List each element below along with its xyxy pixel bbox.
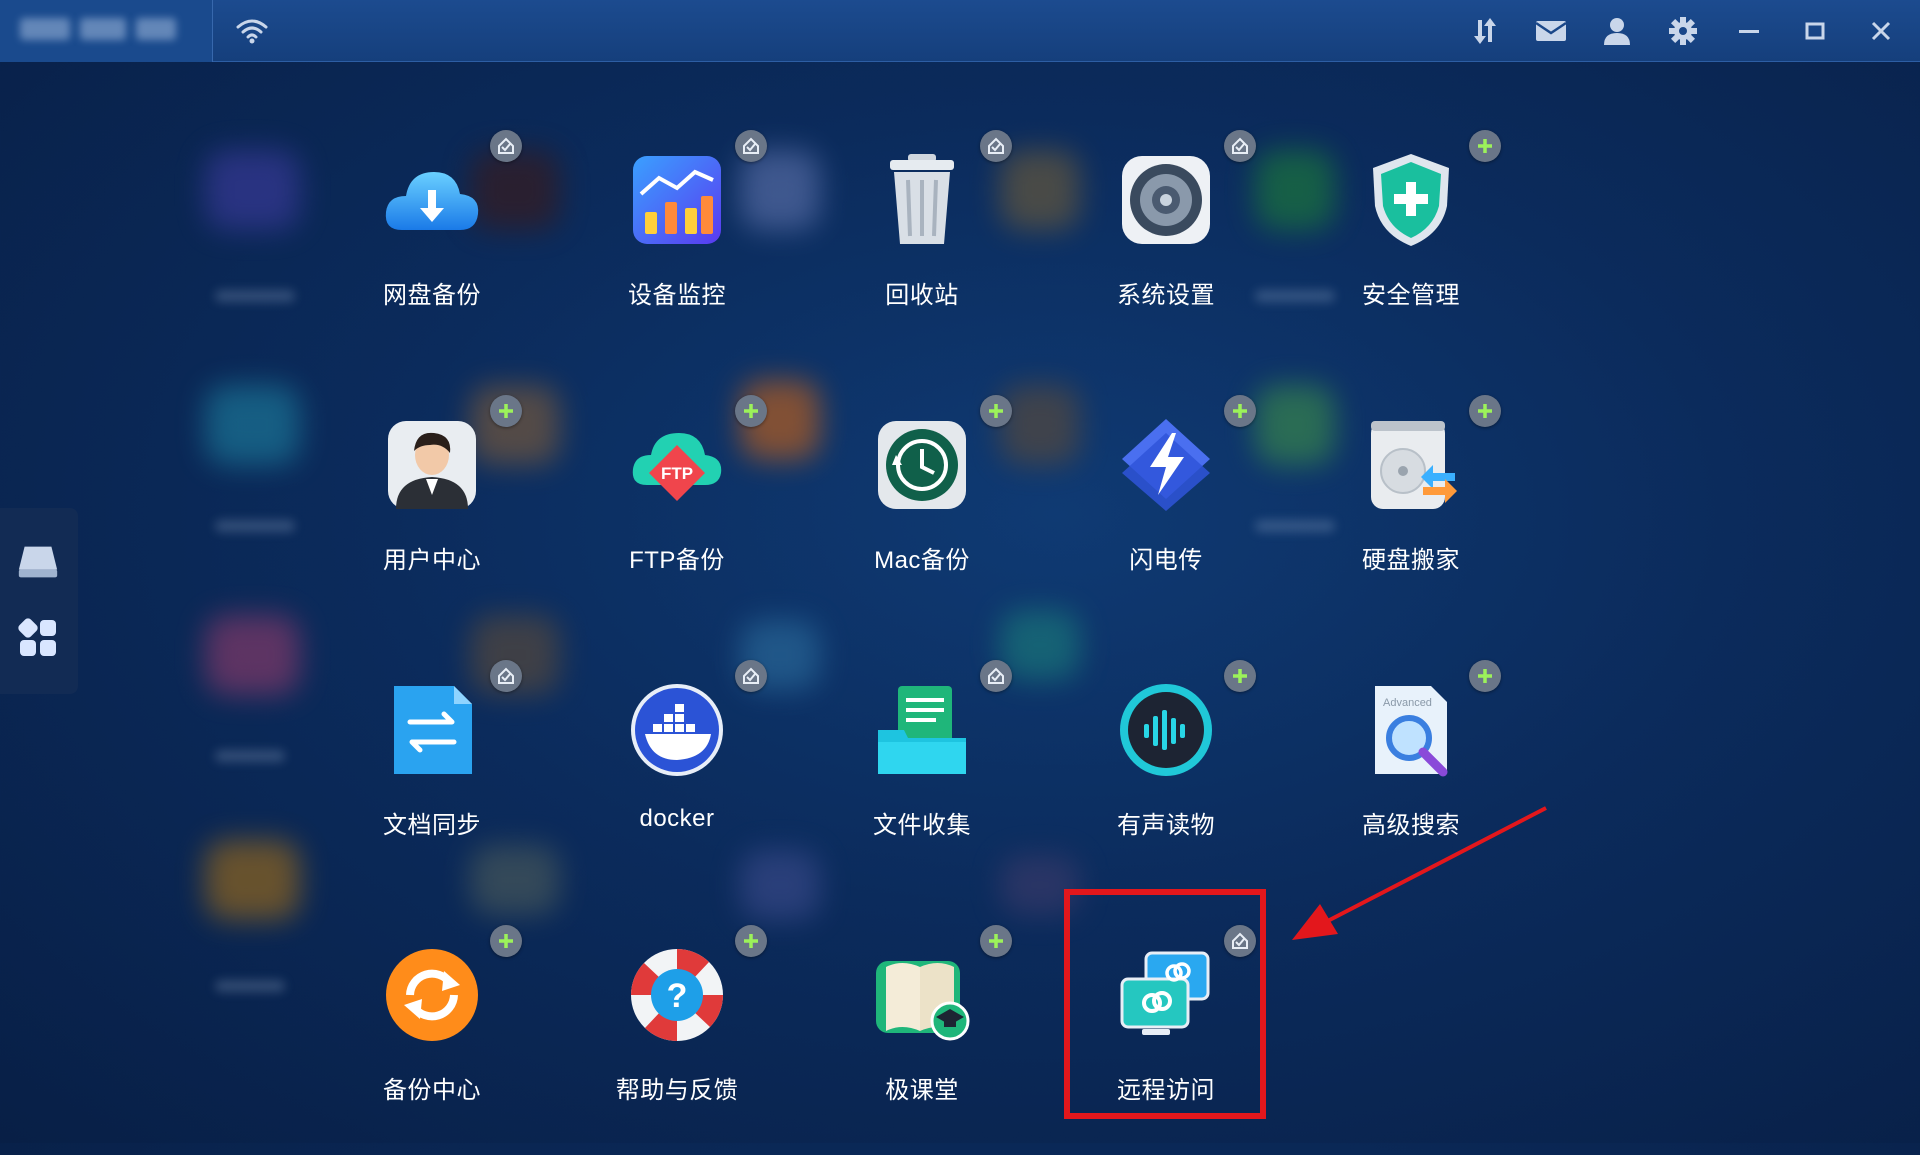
- add-badge-icon[interactable]: [980, 395, 1012, 427]
- add-badge-icon[interactable]: [1469, 660, 1501, 692]
- installed-badge-icon[interactable]: [490, 130, 522, 162]
- highlight-box: [1064, 889, 1266, 1119]
- app-mac-backup[interactable]: Mac备份: [822, 395, 1022, 625]
- add-badge-icon[interactable]: [1469, 395, 1501, 427]
- add-badge-icon[interactable]: [980, 925, 1012, 957]
- app-backup-center[interactable]: 备份中心: [332, 925, 532, 1155]
- device-monitor-icon: [627, 150, 727, 250]
- app-ftp-backup[interactable]: FTP FTP备份: [577, 395, 777, 625]
- app-label: 用户中心: [383, 547, 481, 574]
- app-cloud-backup[interactable]: 网盘备份: [332, 130, 532, 360]
- app-device-monitor[interactable]: 设备监控: [577, 130, 777, 360]
- installed-badge-icon[interactable]: [980, 130, 1012, 162]
- audiobook-icon: [1116, 680, 1216, 780]
- left-dock: [0, 508, 78, 694]
- security-shield-icon: [1361, 150, 1461, 250]
- installed-badge-icon[interactable]: [980, 660, 1012, 692]
- ftp-backup-icon: FTP: [627, 415, 727, 515]
- installed-badge-icon[interactable]: [735, 130, 767, 162]
- transfer-icon[interactable]: [1462, 12, 1508, 50]
- doc-sync-icon: [382, 680, 482, 780]
- app-classroom[interactable]: 极课堂: [822, 925, 1022, 1155]
- app-label: docker: [639, 805, 715, 832]
- brand-area-blurred: [0, 0, 213, 62]
- add-badge-icon[interactable]: [1224, 395, 1256, 427]
- app-label: 设备监控: [628, 282, 726, 309]
- minimize-icon[interactable]: [1726, 12, 1772, 50]
- mac-backup-icon: [872, 415, 972, 515]
- mail-icon[interactable]: [1528, 12, 1574, 50]
- app-system-settings[interactable]: 系统设置: [1066, 130, 1266, 360]
- app-label: 系统设置: [1117, 282, 1215, 309]
- disk-migration-icon: [1361, 415, 1461, 515]
- installed-badge-icon[interactable]: [735, 660, 767, 692]
- app-recycle-bin[interactable]: 回收站: [822, 130, 1022, 360]
- file-collect-icon: [872, 680, 972, 780]
- apps-grid-icon[interactable]: [14, 614, 62, 662]
- advanced-icon-text: Advanced: [1383, 697, 1432, 709]
- app-label: 闪电传: [1129, 547, 1203, 574]
- app-label: 备份中心: [383, 1077, 481, 1104]
- add-badge-icon[interactable]: [490, 395, 522, 427]
- settings-icon[interactable]: [1660, 12, 1706, 50]
- window-controls: [1462, 12, 1904, 50]
- app-label: 帮助与反馈: [615, 1077, 739, 1104]
- app-audiobook[interactable]: 有声读物: [1066, 660, 1266, 890]
- add-badge-icon[interactable]: [1469, 130, 1501, 162]
- system-settings-icon: [1116, 150, 1216, 250]
- app-security[interactable]: 安全管理: [1311, 130, 1511, 360]
- installed-badge-icon[interactable]: [490, 660, 522, 692]
- app-label: 文档同步: [383, 812, 481, 839]
- app-user-center[interactable]: 用户中心: [332, 395, 532, 625]
- app-label: 安全管理: [1362, 282, 1460, 309]
- app-label: 有声读物: [1117, 812, 1215, 839]
- user-center-icon: [382, 415, 482, 515]
- app-disk-migration[interactable]: 硬盘搬家: [1311, 395, 1511, 625]
- trash-icon: [872, 150, 972, 250]
- maximize-icon[interactable]: [1792, 12, 1838, 50]
- app-label: 极课堂: [885, 1077, 959, 1104]
- drive-icon[interactable]: [14, 538, 62, 586]
- close-icon[interactable]: [1858, 12, 1904, 50]
- app-lightning-transfer[interactable]: 闪电传: [1066, 395, 1266, 625]
- add-badge-icon[interactable]: [735, 395, 767, 427]
- lightning-transfer-icon: [1116, 415, 1216, 515]
- app-help-feedback[interactable]: ? 帮助与反馈: [577, 925, 777, 1155]
- app-doc-sync[interactable]: 文档同步: [332, 660, 532, 890]
- app-docker[interactable]: docker: [577, 660, 777, 890]
- installed-badge-icon[interactable]: [1224, 130, 1256, 162]
- help-feedback-icon: ?: [627, 945, 727, 1045]
- app-file-collect[interactable]: 文件收集: [822, 660, 1022, 890]
- backup-center-icon: [382, 945, 482, 1045]
- app-label: 网盘备份: [383, 282, 481, 309]
- title-bar: [0, 0, 1920, 62]
- app-label: 硬盘搬家: [1362, 547, 1460, 574]
- ftp-icon-text: FTP: [661, 464, 693, 483]
- add-badge-icon[interactable]: [490, 925, 522, 957]
- wifi-icon[interactable]: [234, 16, 270, 46]
- annotation-arrow: [1292, 806, 1547, 940]
- add-badge-icon[interactable]: [735, 925, 767, 957]
- app-label: 回收站: [885, 282, 959, 309]
- app-label: 文件收集: [873, 812, 971, 839]
- advanced-search-icon: Advanced: [1361, 680, 1461, 780]
- app-label: FTP备份: [629, 547, 725, 574]
- classroom-icon: [872, 945, 972, 1045]
- help-icon-text: ?: [667, 977, 688, 1015]
- docker-icon: [627, 680, 727, 780]
- add-badge-icon[interactable]: [1224, 660, 1256, 692]
- cloud-download-icon: [382, 150, 482, 250]
- app-label: Mac备份: [874, 547, 970, 574]
- user-icon[interactable]: [1594, 12, 1640, 50]
